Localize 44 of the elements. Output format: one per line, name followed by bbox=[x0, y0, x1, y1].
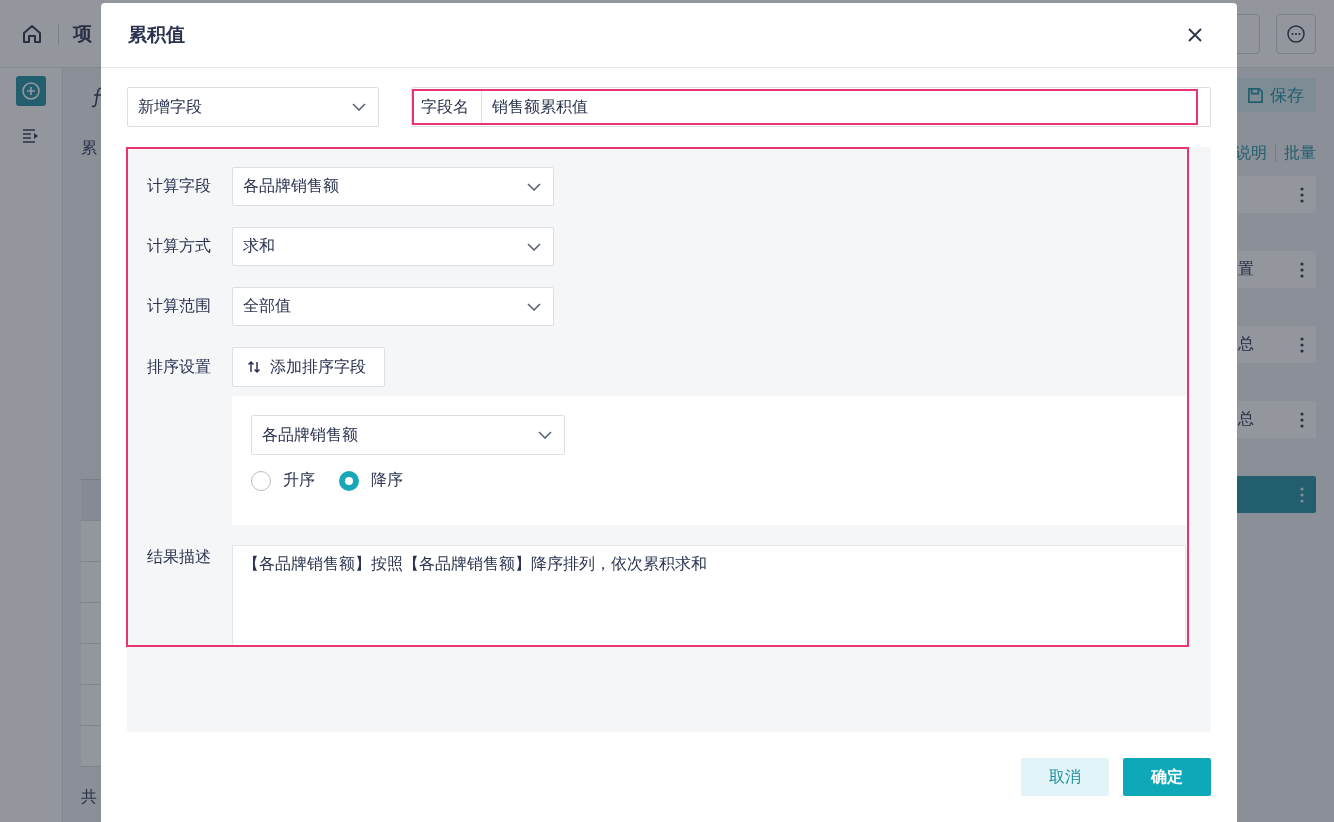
card-text: 总 bbox=[1238, 409, 1254, 430]
card-text: 置 bbox=[1238, 259, 1254, 280]
form-label: 计算字段 bbox=[147, 176, 212, 197]
floppy-icon bbox=[1247, 86, 1264, 104]
dropdown[interactable]: 求和 bbox=[232, 227, 554, 266]
radio-label: 升序 bbox=[283, 470, 315, 491]
more-icon[interactable] bbox=[1300, 411, 1304, 428]
form-label: 排序设置 bbox=[147, 356, 212, 378]
add-sort-button[interactable]: 添加排序字段 bbox=[232, 347, 385, 387]
dropdown[interactable]: 全部值 bbox=[232, 287, 554, 326]
dropdown[interactable]: 各品牌销售额 bbox=[232, 167, 554, 206]
chevron-icon bbox=[352, 103, 366, 111]
mode-select[interactable]: 新增字段 bbox=[127, 87, 379, 127]
field-name-input[interactable]: 字段名 销售额累积值 bbox=[411, 87, 1211, 127]
radio-option[interactable]: 降序 bbox=[339, 470, 403, 491]
more-button[interactable] bbox=[1276, 13, 1316, 54]
result-field[interactable]: 【各品牌销售额】按照【各品牌销售额】降序排列，依次累积求和 bbox=[232, 545, 1186, 645]
card-text: 总 bbox=[1238, 334, 1254, 355]
dropdown[interactable]: 各品牌销售额 bbox=[251, 415, 565, 455]
more-icon[interactable] bbox=[1300, 336, 1304, 353]
form-label: 结果描述 bbox=[147, 547, 212, 568]
more-icon bbox=[1286, 23, 1306, 44]
add-button[interactable] bbox=[16, 76, 46, 106]
more-icon[interactable] bbox=[1300, 186, 1304, 203]
project-title: 项 bbox=[73, 20, 92, 46]
section-label: 累 bbox=[81, 138, 98, 159]
field-label: 字段名 bbox=[414, 91, 482, 123]
cancel-button[interactable]: 取消 bbox=[1021, 758, 1109, 796]
sort-icon bbox=[247, 360, 261, 374]
chevron-icon bbox=[527, 302, 541, 311]
more-icon[interactable] bbox=[1300, 261, 1304, 278]
chevron-icon bbox=[538, 431, 552, 439]
form-label: 计算方式 bbox=[147, 236, 212, 257]
radio-label: 降序 bbox=[371, 470, 403, 491]
dialog-title: 累积值 bbox=[128, 22, 185, 47]
list-icon[interactable] bbox=[22, 128, 40, 144]
chevron-icon bbox=[527, 182, 541, 191]
field-value: 销售额累积值 bbox=[491, 96, 588, 118]
chevron-icon bbox=[527, 242, 541, 251]
radio-option[interactable]: 升序 bbox=[251, 470, 315, 491]
total-label: 共 bbox=[81, 787, 98, 808]
plus-icon bbox=[21, 81, 41, 101]
form-label: 计算范围 bbox=[147, 296, 212, 317]
close-icon[interactable] bbox=[1187, 27, 1203, 43]
